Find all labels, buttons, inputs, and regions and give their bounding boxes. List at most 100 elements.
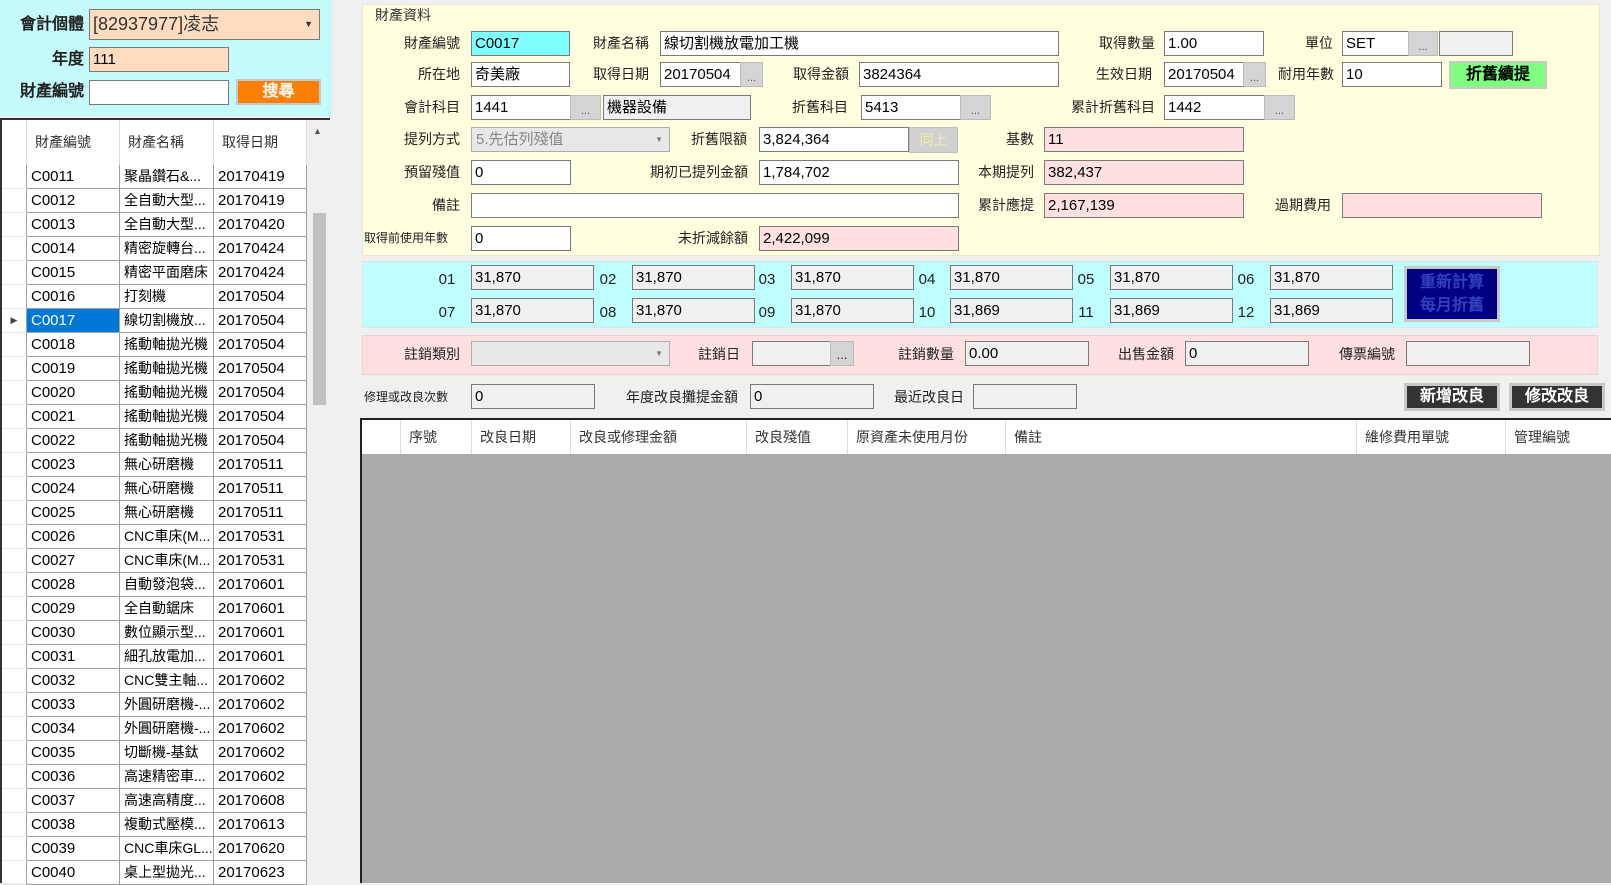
improvement-col-header[interactable]: 管理編號 (1506, 420, 1611, 454)
row-header[interactable] (2, 717, 27, 741)
cell-acq-date[interactable]: 20170511 (214, 477, 307, 501)
improvement-col-header[interactable]: 改良或修理金額 (571, 420, 747, 454)
asset-list-row[interactable]: C0033 外圓研磨機-... 20170602 (2, 693, 307, 717)
month-value-input[interactable]: 31,870 (632, 265, 755, 290)
cell-asset-no[interactable]: C0034 (27, 717, 120, 741)
month-value-input[interactable]: 31,870 (471, 298, 594, 323)
cell-asset-no[interactable]: C0013 (27, 213, 120, 237)
asset-list-row[interactable]: C0016 打刻機 20170504 (2, 285, 307, 309)
cell-asset-name[interactable]: 全自動鋸床 (120, 597, 214, 621)
asset-list-row[interactable]: C0024 無心研磨機 20170511 (2, 477, 307, 501)
cell-asset-name[interactable]: 外圓研磨機-... (120, 717, 214, 741)
cell-acq-date[interactable]: 20170601 (214, 597, 307, 621)
current-row-arrow-icon[interactable]: ▶ (2, 309, 27, 333)
cell-asset-name[interactable]: 無心研磨機 (120, 501, 214, 525)
asset-list-row[interactable]: C0021 搖動軸拋光機 20170504 (2, 405, 307, 429)
asset-list-row[interactable]: C0039 CNC車床GL... 20170620 (2, 837, 307, 861)
voucher-input[interactable] (1406, 341, 1530, 366)
life-input[interactable]: 10 (1342, 62, 1442, 87)
cell-asset-no[interactable]: C0018 (27, 333, 120, 357)
residual-input[interactable]: 0 (471, 160, 571, 185)
improvement-amort-input[interactable]: 0 (750, 384, 874, 409)
cell-acq-date[interactable]: 20170601 (214, 621, 307, 645)
cell-acq-date[interactable]: 20170424 (214, 237, 307, 261)
scrollbar-thumb[interactable] (313, 213, 326, 405)
current-dep-input[interactable]: 382,437 (1044, 160, 1244, 185)
cell-asset-no[interactable]: C0035 (27, 741, 120, 765)
row-header[interactable] (2, 765, 27, 789)
qty-input[interactable]: 1.00 (1164, 31, 1264, 56)
cell-asset-name[interactable]: 精密平面磨床 (120, 261, 214, 285)
asset-list-row[interactable]: C0015 精密平面磨床 20170424 (2, 261, 307, 285)
cell-asset-name[interactable]: 細孔放電加... (120, 645, 214, 669)
dep-account-input[interactable]: 5413 (861, 95, 961, 120)
row-header[interactable] (2, 741, 27, 765)
cell-asset-no[interactable]: C0031 (27, 645, 120, 669)
month-value-input[interactable]: 31,870 (791, 265, 914, 290)
row-header[interactable] (2, 477, 27, 501)
row-header[interactable] (2, 837, 27, 861)
remark-input[interactable] (471, 193, 959, 218)
month-value-input[interactable]: 31,869 (1110, 298, 1233, 323)
recalculate-monthly-button[interactable]: 重新計算 每月折舊 (1404, 266, 1500, 322)
cell-asset-name[interactable]: 切斷機-基鈦 (120, 741, 214, 765)
cell-acq-date[interactable]: 20170602 (214, 693, 307, 717)
cell-acq-date[interactable]: 20170601 (214, 645, 307, 669)
asset-list-row[interactable]: C0019 搖動軸拋光機 20170504 (2, 357, 307, 381)
entity-select[interactable]: [82937977]凌志 ▼ (89, 9, 320, 40)
row-header[interactable] (2, 333, 27, 357)
col-asset-name[interactable]: 財產名稱 (120, 120, 214, 165)
cell-asset-name[interactable]: 搖動軸拋光機 (120, 381, 214, 405)
cell-asset-name[interactable]: 複動式壓模... (120, 813, 214, 837)
row-header[interactable] (2, 381, 27, 405)
cell-asset-name[interactable]: 無心研磨機 (120, 477, 214, 501)
improvement-col-header[interactable]: 維修費用單號 (1357, 420, 1506, 454)
scroll-up-icon[interactable]: ▲ (313, 126, 322, 136)
cell-asset-no[interactable]: C0039 (27, 837, 120, 861)
cell-asset-no[interactable]: C0038 (27, 813, 120, 837)
row-header[interactable] (2, 645, 27, 669)
location-input[interactable]: 奇美廠 (471, 62, 570, 87)
row-header[interactable] (2, 525, 27, 549)
cell-acq-date[interactable]: 20170602 (214, 741, 307, 765)
cell-asset-no[interactable]: C0022 (27, 429, 120, 453)
cell-acq-date[interactable]: 20170504 (214, 285, 307, 309)
row-header[interactable] (2, 285, 27, 309)
asset-list-row[interactable]: C0038 複動式壓模... 20170613 (2, 813, 307, 837)
cell-asset-no[interactable]: C0037 (27, 789, 120, 813)
cell-asset-name[interactable]: 精密旋轉台... (120, 237, 214, 261)
cell-acq-date[interactable]: 20170602 (214, 765, 307, 789)
cell-asset-name[interactable]: 線切割機放... (120, 309, 214, 333)
asset-list-row[interactable]: C0012 全自動大型... 20170419 (2, 189, 307, 213)
cell-acq-date[interactable]: 20170504 (214, 429, 307, 453)
month-value-input[interactable]: 31,870 (1110, 265, 1233, 290)
cell-acq-date[interactable]: 20170504 (214, 381, 307, 405)
row-header[interactable] (2, 861, 27, 885)
row-header[interactable] (2, 261, 27, 285)
cell-asset-name[interactable]: 搖動軸拋光機 (120, 405, 214, 429)
month-value-input[interactable]: 31,870 (791, 298, 914, 323)
year-input[interactable]: 111 (89, 47, 229, 72)
asset-list-row[interactable]: C0014 精密旋轉台... 20170424 (2, 237, 307, 261)
acq-date-input[interactable]: 20170504 (660, 62, 741, 87)
acq-amount-input[interactable]: 3824364 (859, 62, 1059, 87)
cell-acq-date[interactable]: 20170602 (214, 717, 307, 741)
asset-list-row[interactable]: C0026 CNC車床(M... 20170531 (2, 525, 307, 549)
cell-asset-name[interactable]: 高速精密車... (120, 765, 214, 789)
month-value-input[interactable]: 31,870 (950, 265, 1073, 290)
cell-acq-date[interactable]: 20170620 (214, 837, 307, 861)
asset-list-row[interactable]: C0023 無心研磨機 20170511 (2, 453, 307, 477)
row-header[interactable] (2, 501, 27, 525)
cell-asset-name[interactable]: 數位顯示型... (120, 621, 214, 645)
cell-acq-date[interactable]: 20170602 (214, 669, 307, 693)
cell-asset-no[interactable]: C0025 (27, 501, 120, 525)
month-value-input[interactable]: 31,870 (471, 265, 594, 290)
month-value-input[interactable]: 31,869 (950, 298, 1073, 323)
eff-date-picker-button[interactable]: ... (1243, 62, 1266, 87)
asset-list-row[interactable]: C0011 聚晶鑽石&... 20170419 (2, 165, 307, 189)
cell-asset-no[interactable]: C0026 (27, 525, 120, 549)
cell-asset-no[interactable]: C0014 (27, 237, 120, 261)
cell-asset-no[interactable]: C0016 (27, 285, 120, 309)
sale-amount-input[interactable]: 0 (1185, 341, 1309, 366)
cell-asset-name[interactable]: 桌上型拋光... (120, 861, 214, 885)
